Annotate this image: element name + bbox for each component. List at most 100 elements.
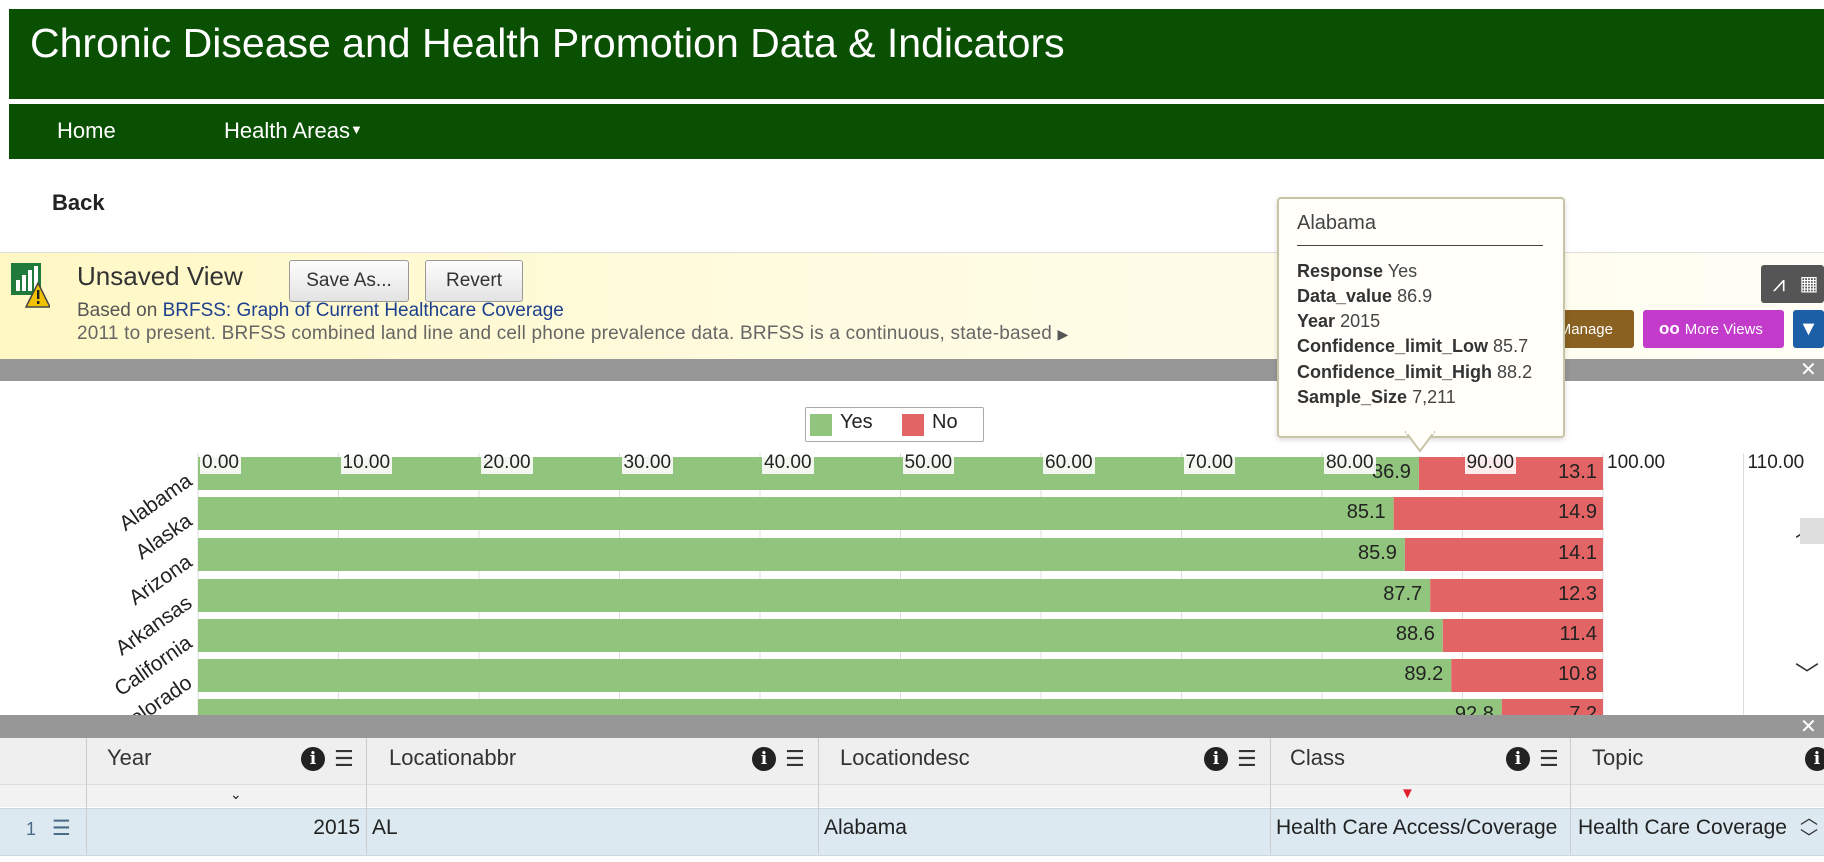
info-icon[interactable]: i: [301, 747, 325, 771]
tooltip-row: Year 2015: [1297, 311, 1381, 331]
tooltip-row: Response Yes: [1297, 261, 1418, 281]
more-views-button[interactable]: oo More Views: [1643, 310, 1784, 348]
tick-label: 0.00: [200, 452, 241, 474]
chart-scrollbar-thumb[interactable]: [1800, 518, 1824, 544]
value-label-no: 11.4: [1559, 623, 1597, 645]
tooltip-divider: [1297, 245, 1543, 246]
tick-label: 10.00: [340, 452, 393, 474]
column-header-class[interactable]: Class: [1290, 745, 1345, 771]
info-icon[interactable]: i: [1805, 747, 1824, 771]
column-divider: [86, 738, 87, 854]
expand-arrow-icon[interactable]: ▶: [1057, 326, 1068, 342]
chart-view-icon[interactable]: ⩘: [1765, 269, 1793, 299]
revert-button[interactable]: Revert: [425, 260, 523, 302]
chart-legend: Yes No: [805, 407, 984, 442]
column-header-year[interactable]: Year: [107, 745, 151, 771]
row-menu-icon[interactable]: ☰: [52, 816, 71, 841]
column-divider: [1270, 738, 1271, 854]
filter-icon: ▼: [1798, 317, 1819, 340]
nav-health-areas-label: Health Areas: [224, 118, 350, 143]
tick-label: 90.00: [1464, 452, 1517, 474]
bar-yes[interactable]: [198, 699, 1502, 715]
row-scroll-icon[interactable]: ︿ ﹀: [1800, 808, 1818, 848]
value-label-no: 14.9: [1558, 501, 1597, 523]
info-icon[interactable]: i: [752, 747, 776, 771]
value-label-no: 13.1: [1558, 461, 1597, 483]
tick-label: 30.00: [621, 452, 674, 474]
column-menu-icon[interactable]: ☰: [785, 746, 805, 772]
grid-view-icon[interactable]: ▦: [1795, 269, 1823, 299]
tooltip-title: Alabama: [1297, 212, 1376, 234]
column-header-locationabbr[interactable]: Locationabbr: [389, 745, 516, 771]
chart-tooltip: Alabama Response Yes Data_value 86.9 Yea…: [1277, 197, 1565, 438]
based-on-link[interactable]: BRFSS: Graph of Current Healthcare Cover…: [163, 300, 564, 321]
filter-active-icon[interactable]: ▼: [1400, 785, 1415, 802]
nav-health-areas[interactable]: Health Areas▼: [224, 118, 363, 144]
grid-sort-row: [0, 785, 1824, 807]
tick-label: 70.00: [1183, 452, 1236, 474]
bar-yes[interactable]: [198, 579, 1431, 612]
page-title: Chronic Disease and Health Promotion Dat…: [30, 20, 1065, 66]
tick-label: 20.00: [481, 452, 533, 474]
tooltip-row: Confidence_limit_Low 85.7: [1297, 336, 1529, 356]
info-icon[interactable]: i: [1506, 747, 1530, 771]
row-number: 1: [26, 819, 37, 839]
save-as-button[interactable]: Save As...: [289, 260, 409, 302]
value-label-yes: 87.7: [1383, 583, 1423, 605]
value-label-yes: 88.6: [1395, 623, 1435, 645]
tick-label: 80.00: [1324, 452, 1376, 474]
back-link[interactable]: Back: [52, 190, 105, 216]
filter-button[interactable]: ▼: [1793, 310, 1824, 348]
column-menu-icon[interactable]: ☰: [1237, 746, 1257, 772]
tooltip-row: Confidence_limit_High 88.2: [1297, 362, 1533, 382]
value-label-no: 14.1: [1558, 542, 1597, 564]
bar-yes[interactable]: [198, 497, 1394, 530]
column-header-locationdesc[interactable]: Locationdesc: [840, 745, 970, 771]
view-toggle-group: ⩘ ▦: [1761, 265, 1824, 303]
caret-down-icon: ▼: [349, 122, 363, 137]
info-icon[interactable]: i: [1204, 747, 1228, 771]
tick-label: 40.00: [762, 452, 814, 474]
chart-warning-icon: [11, 263, 50, 308]
close-chart-icon[interactable]: ✕: [1800, 357, 1817, 382]
more-views-label: More Views: [1684, 320, 1763, 338]
legend-yes-swatch: [810, 414, 832, 436]
column-header-topic[interactable]: Topic: [1592, 745, 1643, 771]
cell-year[interactable]: 2015: [300, 816, 360, 840]
tick-label: 50.00: [902, 452, 955, 474]
grid-pane-header: [0, 715, 1824, 738]
manage-label: Manage: [1558, 320, 1613, 338]
view-description-text: 2011 to present. BRFSS combined land lin…: [77, 323, 1052, 344]
tooltip-row: Sample_Size 7,211: [1297, 387, 1456, 407]
cell-topic[interactable]: Health Care Coverage: [1578, 816, 1787, 840]
bar-yes[interactable]: [198, 659, 1452, 692]
column-divider: [818, 738, 819, 854]
close-grid-icon[interactable]: ✕: [1800, 714, 1817, 739]
legend-no-label: No: [932, 411, 958, 433]
cell-locationdesc[interactable]: Alabama: [824, 816, 907, 840]
view-description: 2011 to present. BRFSS combined land lin…: [77, 323, 1068, 345]
value-label-yes: 85.9: [1357, 542, 1397, 564]
tick-label: 60.00: [1043, 452, 1095, 474]
nav-home[interactable]: Home: [57, 118, 116, 144]
column-menu-icon[interactable]: ☰: [334, 746, 354, 772]
sort-descending-icon[interactable]: ⌄: [230, 786, 242, 803]
tick-label: 100.00: [1605, 452, 1668, 474]
tick-label: 110.00: [1745, 452, 1807, 474]
value-label-yes: 85.1: [1346, 501, 1386, 523]
view-title: Unsaved View: [77, 261, 243, 291]
bar-yes[interactable]: [198, 619, 1443, 652]
based-on-text: Based on BRFSS: Graph of Current Healthc…: [77, 300, 564, 322]
scroll-down-icon[interactable]: ﹀: [1795, 655, 1819, 690]
value-label-no: 10.8: [1558, 663, 1597, 685]
based-on-prefix: Based on: [77, 300, 163, 321]
column-menu-icon[interactable]: ☰: [1539, 746, 1559, 772]
value-label-no: 12.3: [1558, 583, 1597, 605]
cell-class[interactable]: Health Care Access/Coverage: [1276, 816, 1557, 840]
bar-yes[interactable]: [198, 538, 1405, 571]
column-divider: [366, 738, 367, 854]
cell-locationabbr[interactable]: AL: [372, 816, 398, 840]
tooltip-row: Data_value 86.9: [1297, 286, 1433, 306]
tooltip-pointer: [1405, 431, 1435, 453]
legend-no-swatch: [902, 414, 924, 436]
